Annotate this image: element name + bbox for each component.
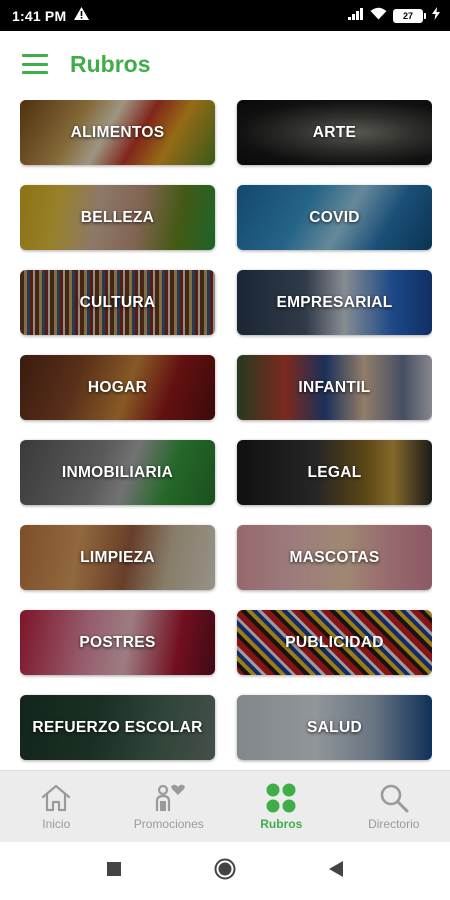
category-label: ALIMENTOS [70,123,165,141]
nav-label: Directorio [368,817,420,831]
recents-button[interactable] [96,853,132,889]
nav-item-promociones[interactable]: Promociones [113,771,226,842]
category-label: BELLEZA [80,208,155,226]
category-label: REFUERZO ESCOLAR [32,718,203,736]
category-tile-postres[interactable]: POSTRES [20,610,215,675]
category-label: SALUD [307,718,362,736]
nav-label: Promociones [133,817,204,831]
home-button[interactable] [207,853,243,889]
category-tile-belleza[interactable]: BELLEZA [20,185,215,250]
square-icon [107,861,121,881]
page-title: Rubros [70,50,151,77]
hamburger-menu-icon[interactable] [22,54,48,74]
bottom-navigation: Inicio Promociones Rubros Directorio [0,770,450,842]
category-label: INMOBILIARIA [61,463,174,481]
category-tile-alimentos[interactable]: ALIMENTOS [20,100,215,165]
status-icons: 27 [348,6,440,25]
category-tile-legal[interactable]: LEGAL [237,440,432,505]
home-icon [40,782,72,814]
nav-label: Inicio [42,817,71,831]
charging-icon [432,6,440,25]
category-tile-inmobiliaria[interactable]: INMOBILIARIA [20,440,215,505]
category-tile-infantil[interactable]: INFANTIL [237,355,432,420]
system-navigation-bar [0,842,450,900]
nav-label: Rubros [260,817,303,831]
categories-grid: ALIMENTOS ARTE BELLEZA COVID CULTURA EMP… [20,100,432,766]
category-label: MASCOTAS [289,548,380,566]
category-label: INFANTIL [298,378,371,396]
category-tile-empresarial[interactable]: EMPRESARIAL [237,270,432,335]
category-label: PUBLICIDAD [285,633,384,651]
category-label: CULTURA [79,293,156,311]
category-tile-salud[interactable]: SALUD [237,695,432,760]
status-bar: 1:41 PM 27 [0,0,450,31]
category-label: COVID [309,208,360,226]
search-icon [378,782,410,814]
signal-icon [348,7,364,25]
category-label: POSTRES [79,633,156,651]
nav-item-directorio[interactable]: Directorio [338,771,450,842]
promotions-icon [152,782,186,814]
category-tile-arte[interactable]: ARTE [237,100,432,165]
nav-item-inicio[interactable]: Inicio [0,771,113,842]
nav-item-rubros[interactable]: Rubros [225,771,338,842]
category-label: LIMPIEZA [80,548,155,566]
grid-dots-icon [265,782,297,814]
triangle-back-icon [329,860,343,882]
category-label: ARTE [312,123,357,141]
wifi-icon [370,7,387,25]
battery-level: 27 [402,10,413,21]
category-label: HOGAR [87,378,148,396]
category-tile-hogar[interactable]: HOGAR [20,355,215,420]
category-tile-publicidad[interactable]: PUBLICIDAD [237,610,432,675]
category-tile-cultura[interactable]: CULTURA [20,270,215,335]
circle-icon [214,858,236,885]
status-time: 1:41 PM [12,7,67,24]
warning-icon [74,6,90,25]
category-tile-covid[interactable]: COVID [237,185,432,250]
category-tile-mascotas[interactable]: MASCOTAS [237,525,432,590]
category-tile-limpieza[interactable]: LIMPIEZA [20,525,215,590]
category-tile-refuerzo-escolar[interactable]: REFUERZO ESCOLAR [20,695,215,760]
app-bar: Rubros [0,31,450,97]
battery-icon: 27 [393,8,426,23]
category-label: LEGAL [307,463,362,481]
back-button[interactable] [318,853,354,889]
category-label: EMPRESARIAL [276,293,393,311]
